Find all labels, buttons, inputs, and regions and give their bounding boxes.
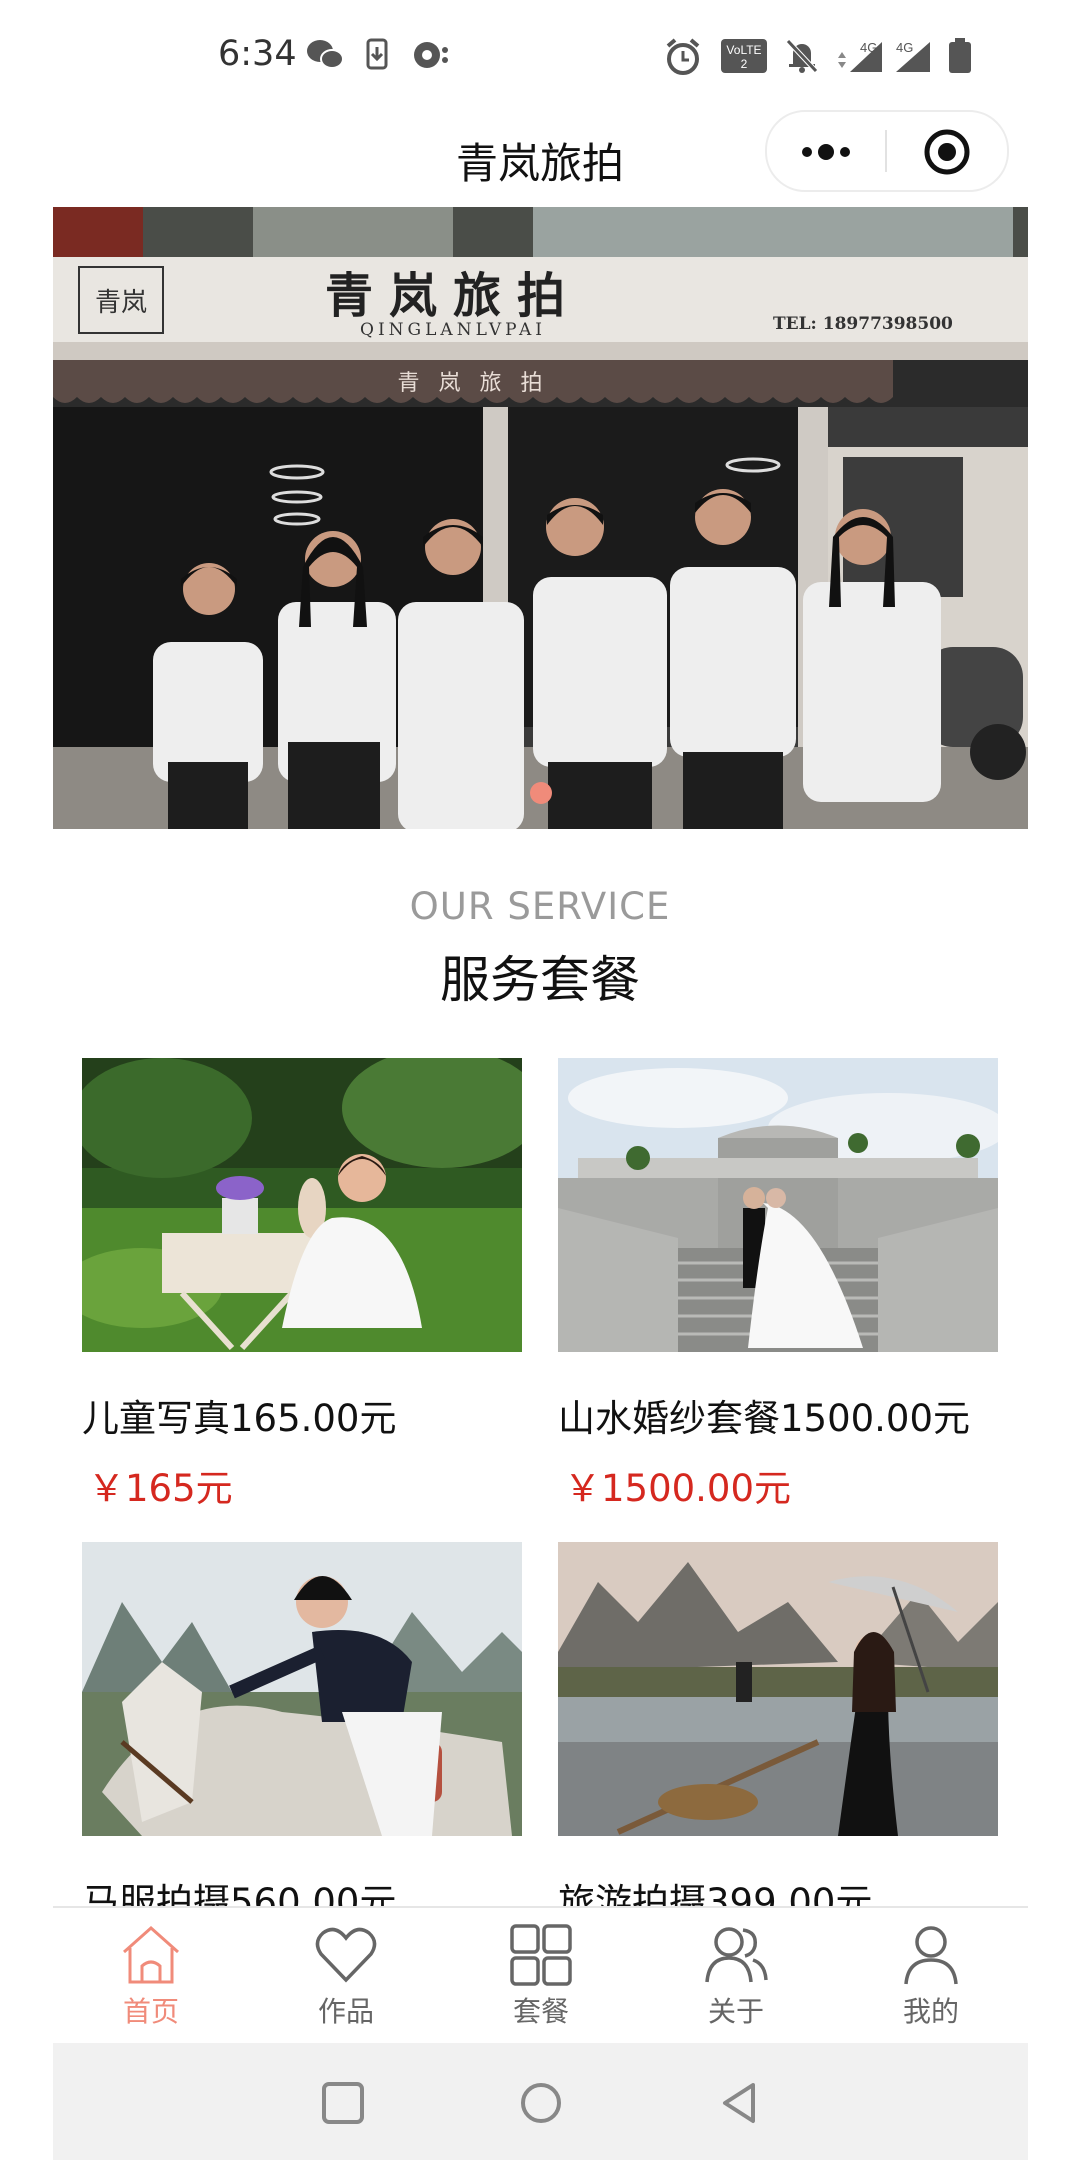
voice-icon [414, 42, 448, 68]
product-image [82, 1542, 522, 1836]
volte-icon: VoLTE 2 [721, 39, 767, 73]
sign-pinyin: QINGLANLVPAI [360, 320, 546, 340]
signal-4g-icon: 4G [896, 40, 930, 72]
grid-icon [510, 1924, 572, 1986]
tab-label: 首页 [122, 1995, 179, 2028]
status-bar: 6:34 VoLTE 2 4G 4G [0, 0, 1080, 110]
tab-packages[interactable]: 套餐 [466, 1922, 616, 2030]
product-image [558, 1058, 998, 1352]
signal-4g-icon: 4G [838, 40, 882, 72]
status-time: 6:34 [218, 34, 297, 74]
tab-label: 我的 [902, 1995, 959, 2028]
product-name: 儿童写真165.00元 [82, 1397, 397, 1440]
section-title: 服务套餐 [440, 951, 640, 1009]
product-image [82, 1058, 522, 1352]
carousel-indicator-dot[interactable] [530, 782, 552, 804]
system-navigation-bar [53, 2043, 1028, 2160]
tab-about[interactable]: 关于 [661, 1922, 811, 2030]
tab-mine[interactable]: 我的 [856, 1922, 1006, 2030]
svg-text:4G: 4G [896, 40, 913, 55]
product-image [558, 1542, 998, 1836]
wechat-icon [307, 40, 344, 69]
target-close-icon[interactable] [923, 128, 971, 176]
banner-carousel[interactable]: 青岚 青岚旅拍 QINGLANLVPAI TEL: 18977398500 青 … [53, 207, 1028, 829]
product-price: ￥1500.00元 [564, 1467, 792, 1510]
capsule-divider [885, 130, 887, 172]
users-icon [705, 1927, 768, 1983]
mini-program-capsule [765, 110, 1009, 192]
battery-icon [949, 38, 971, 73]
tab-label: 作品 [317, 1995, 374, 2028]
tab-label: 套餐 [512, 1995, 569, 2028]
title-bar: 青岚旅拍 [0, 110, 1080, 210]
product-card[interactable]: 马服拍摄560.00元 [82, 1542, 522, 1924]
circle-icon[interactable] [519, 2081, 563, 2125]
home-icon [123, 1925, 179, 1984]
section-subtitle: OUR SERVICE [409, 885, 671, 928]
mute-icon [786, 39, 818, 73]
more-dots-icon[interactable] [795, 134, 857, 170]
sign-title: 青岚旅拍 [325, 268, 581, 324]
alarm-icon [666, 38, 700, 75]
bottom-tab-bar: 首页 作品 套餐 关于 我的 [53, 1906, 1028, 2043]
square-icon[interactable] [321, 2081, 365, 2125]
tab-home[interactable]: 首页 [76, 1922, 226, 2030]
product-name: 山水婚纱套餐1500.00元 [558, 1397, 971, 1440]
banner-image: 青岚 青岚旅拍 QINGLANLVPAI TEL: 18977398500 青 … [53, 207, 1028, 829]
heart-icon [315, 1927, 377, 1983]
svg-text:青岚: 青岚 [95, 288, 147, 318]
sign-tel: TEL: 18977398500 [773, 314, 953, 334]
product-card[interactable]: 旅游拍摄399.00元 [558, 1542, 998, 1924]
svg-text:VoLTE: VoLTE [726, 43, 761, 57]
product-card[interactable]: 儿童写真165.00元 ￥165元 [82, 1058, 522, 1510]
back-triangle-icon[interactable] [717, 2081, 761, 2125]
svg-text:4G: 4G [860, 40, 877, 55]
svg-text:2: 2 [741, 57, 748, 71]
person-icon [904, 1926, 958, 1985]
tab-label: 关于 [707, 1995, 764, 2028]
product-price: ￥165元 [88, 1467, 233, 1510]
product-card[interactable]: 山水婚纱套餐1500.00元 ￥1500.00元 [558, 1058, 998, 1510]
tab-works[interactable]: 作品 [271, 1922, 421, 2030]
awning-text: 青 岚 旅 拍 [398, 371, 549, 396]
download-icon [366, 38, 388, 70]
